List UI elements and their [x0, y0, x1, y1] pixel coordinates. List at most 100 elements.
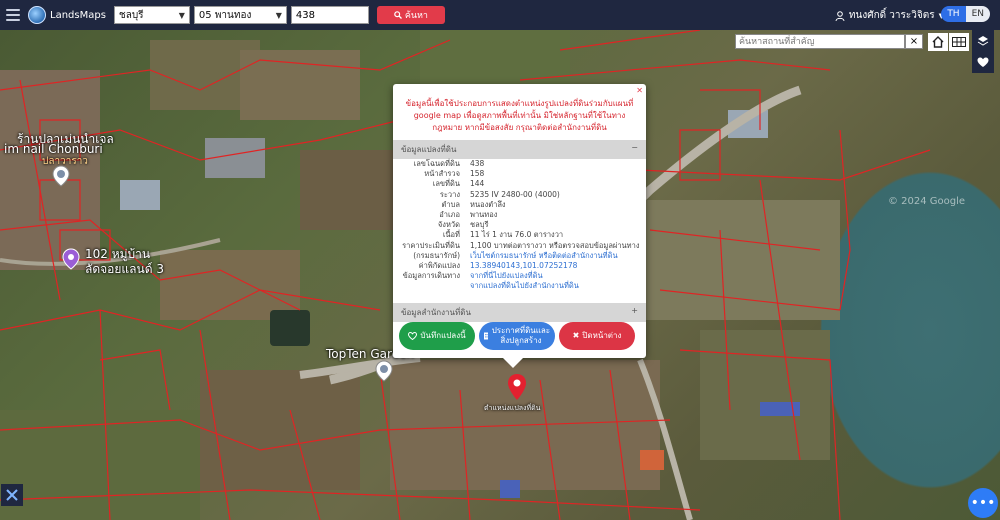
search-button[interactable]: ค้นหา [376, 6, 445, 24]
location-pin-icon [62, 248, 80, 270]
lang-th-button[interactable]: TH [941, 6, 966, 22]
info-value: 1,100 บาทต่อตารางวา หรือตรวจสอบข้อมูลผ่า… [470, 240, 640, 250]
info-row: จากแปลงที่ดินไปยังสำนักงานที่ดิน [393, 281, 646, 291]
chat-dots-icon: ••• [970, 495, 996, 511]
save-parcel-label: บันทึกแปลงนี้ [420, 331, 466, 340]
clear-search-button[interactable]: × [905, 34, 923, 49]
home-button[interactable] [928, 33, 948, 51]
chevron-down-icon: ▼ [275, 10, 282, 20]
location-pin-icon [375, 360, 393, 382]
layers-icon [977, 36, 989, 46]
parcel-info-popup: ✕ ข้อมูลนี้เพื่อใช้ประกอบการแสดงตำแหน่งร… [393, 84, 646, 368]
info-value: พานทอง [470, 210, 498, 220]
announce-property-button[interactable]: ประกาศที่ดินและสิ่งปลูกสร้าง [479, 322, 555, 350]
info-key: ระวาง [439, 189, 460, 199]
close-icon: ✖ [572, 331, 580, 340]
close-window-button[interactable]: ✖ ปิดหน้าต่าง [559, 322, 635, 350]
menu-icon[interactable] [6, 9, 20, 21]
save-parcel-button[interactable]: บันทึกแปลงนี้ [399, 322, 475, 350]
popup-actions: บันทึกแปลงนี้ ประกาศที่ดินและสิ่งปลูกสร้… [399, 322, 635, 350]
info-row: เลขที่ดิน 144 [393, 179, 646, 189]
info-row: หน้าสำรวจ 158 [393, 169, 646, 179]
info-row: เลขโฉนดที่ดิน 438 [393, 159, 646, 169]
language-switch: TH EN [941, 6, 990, 22]
parcel-number-input[interactable] [290, 6, 369, 24]
info-value: 144 [470, 179, 485, 189]
place-search-input[interactable] [735, 34, 905, 49]
province-select-value: ชลบุรี [118, 9, 144, 21]
grid-button[interactable] [949, 33, 969, 51]
search-icon [394, 11, 402, 19]
user-menu[interactable]: ทนงศักดิ์ วาระวิจิตร ▼ [835, 8, 944, 23]
popup-close-icon[interactable]: ✕ [636, 86, 643, 95]
info-key: ข้อมูลการเดินทาง [402, 271, 460, 281]
expand-icon: + [631, 306, 638, 315]
district-select[interactable]: 05 พานทอง ▼ [193, 6, 287, 24]
directions-to-office-link[interactable]: จากแปลงที่ดินไปยังสำนักงานที่ดิน [470, 281, 579, 291]
info-key: เลขโฉนดที่ดิน [413, 159, 460, 168]
announce-property-label: ประกาศที่ดินและสิ่งปลูกสร้าง [491, 326, 551, 345]
top-bar: LandsMaps ชลบุรี ▼ 05 พานทอง ▼ ค้นหา ทนง… [0, 0, 1000, 30]
parcel-info-table: เลขโฉนดที่ดิน 438 หน้าสำรวจ 158 เลขที่ดิน 1… [393, 159, 646, 292]
info-row: ระวาง 5235 IV 2480-00 (4000) [393, 190, 646, 200]
map-marker-icon [508, 374, 526, 400]
app-logo [28, 6, 46, 24]
measure-tools-button[interactable] [1, 484, 23, 506]
location-pin-icon [52, 165, 70, 187]
info-value: 438 [470, 159, 485, 168]
info-value: ชลบุรี [470, 220, 489, 230]
coordinate-link[interactable]: 13.38940143,101.07252178 [470, 261, 577, 271]
info-row: จังหวัด ชลบุรี [393, 220, 646, 230]
treasury-website-link[interactable]: เว็บไซต์กรมธนารักษ์ หรือติดต่อสำนักงานที… [470, 251, 618, 261]
info-key: จังหวัด [437, 220, 460, 230]
layers-button[interactable] [972, 30, 994, 52]
info-row: เนื้อที่ 11 ไร่ 1 งาน 76.0 ตารางวา [393, 230, 646, 240]
building-icon [484, 332, 488, 340]
collapse-icon: − [631, 143, 638, 152]
info-row: ราคาประเมินที่ดิน 1,100 บาทต่อตารางวา หรื… [393, 241, 646, 251]
info-row: ข้อมูลการเดินทาง จากที่นี่ไปยังแปลงที่ดิน [393, 271, 646, 281]
close-window-label: ปิดหน้าต่าง [582, 331, 622, 340]
app-name: LandsMaps [50, 9, 106, 21]
disclaimer-text: ข้อมูลนี้เพื่อใช้ประกอบการแสดงตำแหน่งรูป… [405, 99, 634, 132]
heart-icon [408, 332, 418, 340]
info-value: 158 [470, 169, 485, 179]
parcel-marker-label: ตำแหน่งแปลงที่ดิน [484, 404, 541, 412]
info-row: ตำบล หนองตำลึง [393, 200, 646, 210]
info-row: ค่าพิกัดแปลง 13.38940143,101.07252178 [393, 261, 646, 271]
map-label-village-sub: ลัดจอยแลนด์ 3 [85, 262, 164, 276]
info-row: อำเภอ พานทอง [393, 210, 646, 220]
district-select-value: 05 พานทอง [198, 9, 252, 21]
info-key: ราคาประเมินที่ดิน [402, 240, 460, 250]
favorite-button[interactable] [972, 51, 994, 73]
info-value: หนองตำลึง [470, 199, 506, 209]
search-button-label: ค้นหา [404, 11, 428, 21]
home-icon [932, 36, 944, 48]
heart-icon [977, 57, 989, 67]
tools-icon [6, 489, 18, 501]
info-key: ค่าพิกัดแปลง [418, 261, 460, 271]
grid-icon [952, 37, 966, 47]
chat-button[interactable]: ••• [968, 488, 998, 518]
info-value: 11 ไร่ 1 งาน 76.0 ตารางวา [470, 230, 564, 240]
info-key: ตำบล [441, 199, 460, 209]
info-key: อำเภอ [439, 210, 460, 220]
section-parcel-header[interactable]: ข้อมูลแปลงที่ดิน − [393, 140, 646, 159]
info-key: เนื้อที่ [442, 230, 460, 240]
info-row: (กรมธนารักษ์) เว็บไซต์กรมธนารักษ์ หรือติด… [393, 251, 646, 261]
user-name: ทนงศักดิ์ วาระวิจิตร [848, 10, 935, 21]
user-icon [835, 10, 845, 21]
info-key: (กรมธนารักษ์) [413, 250, 460, 260]
map-watermark: © 2024 Google [888, 196, 966, 207]
province-select[interactable]: ชลบุรี ▼ [113, 6, 190, 24]
info-key [393, 281, 470, 291]
lang-en-button[interactable]: EN [965, 6, 990, 22]
section-office-header[interactable]: ข้อมูลสำนักงานที่ดิน + [393, 303, 646, 322]
section-parcel-title: ข้อมูลแปลงที่ดิน [401, 145, 457, 154]
info-value: 5235 IV 2480-00 (4000) [470, 189, 560, 199]
chevron-down-icon: ▼ [178, 10, 185, 20]
info-key: เลขที่ดิน [432, 179, 460, 189]
info-key: หน้าสำรวจ [424, 169, 460, 179]
section-office-title: ข้อมูลสำนักงานที่ดิน [401, 308, 471, 317]
directions-to-parcel-link[interactable]: จากที่นี่ไปยังแปลงที่ดิน [470, 271, 543, 281]
